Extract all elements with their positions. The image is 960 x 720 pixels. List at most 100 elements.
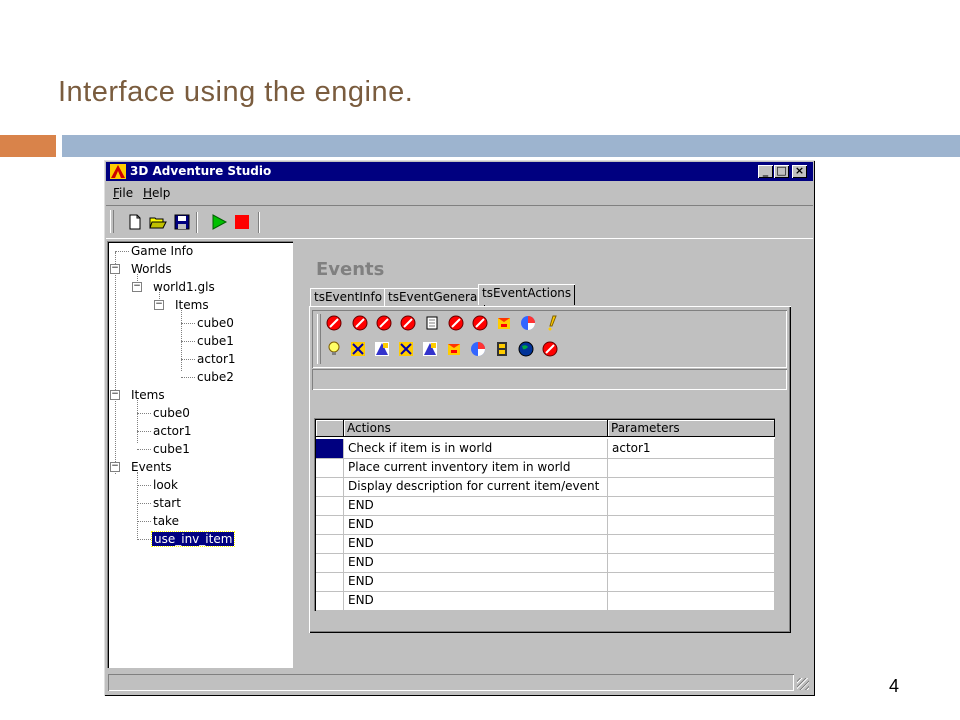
parameter-cell[interactable]	[608, 553, 775, 572]
open-folder-icon[interactable]	[149, 213, 167, 231]
action-tile-icon[interactable]	[422, 341, 438, 357]
tree-node-event-selected[interactable]: use_inv_item	[150, 531, 236, 547]
close-button[interactable]: ×	[792, 165, 807, 178]
maximize-button[interactable]: □	[774, 165, 789, 178]
parameter-cell[interactable]	[608, 496, 775, 515]
film-icon[interactable]	[494, 341, 510, 357]
grid-header-parameters[interactable]: Parameters	[608, 420, 775, 437]
table-row[interactable]: END	[316, 591, 775, 611]
row-indicator[interactable]	[316, 439, 344, 458]
tree-node-world-file[interactable]: world1.gls	[153, 280, 215, 294]
no-entry-icon[interactable]	[326, 315, 342, 331]
row-indicator[interactable]	[316, 572, 344, 591]
tree-node-world-item[interactable]: cube2	[197, 370, 234, 384]
parameter-cell[interactable]	[608, 458, 775, 477]
splitter[interactable]	[295, 241, 299, 668]
tree-node-world-item[interactable]: actor1	[197, 352, 236, 366]
table-row[interactable]: END	[316, 553, 775, 573]
row-indicator[interactable]	[316, 458, 344, 477]
grid-header-actions[interactable]: Actions	[344, 420, 608, 437]
toolbar-grip[interactable]	[317, 314, 321, 364]
minimize-button[interactable]: _	[758, 165, 773, 178]
pie-icon[interactable]	[520, 315, 536, 331]
parameter-cell[interactable]	[608, 572, 775, 591]
tree-connector	[181, 359, 195, 360]
save-icon[interactable]	[173, 213, 191, 231]
table-row[interactable]: Place current inventory item in world	[316, 458, 775, 478]
notepad-icon[interactable]	[424, 315, 440, 331]
tab-event-general[interactable]: tsEventGeneral	[384, 288, 485, 306]
lightbulb-icon[interactable]	[326, 341, 342, 357]
tree-node-game-info[interactable]: Game Info	[131, 244, 193, 258]
row-indicator[interactable]	[316, 496, 344, 515]
stop-icon[interactable]	[233, 213, 251, 231]
new-file-icon[interactable]	[126, 213, 144, 231]
table-row[interactable]: Check if item is in world actor1	[316, 439, 775, 459]
action-cell[interactable]: END	[344, 572, 608, 591]
tree-node-event[interactable]: look	[153, 478, 178, 492]
row-indicator[interactable]	[316, 477, 344, 496]
collapse-icon[interactable]: −	[110, 462, 120, 472]
table-row[interactable]: Display description for current item/eve…	[316, 477, 775, 497]
action-cell[interactable]: END	[344, 515, 608, 534]
no-entry-icon[interactable]	[472, 315, 488, 331]
table-row[interactable]: END	[316, 572, 775, 592]
actions-grid[interactable]: Actions Parameters Check if item is in w…	[314, 418, 775, 611]
cube-icon[interactable]	[496, 315, 512, 331]
pie-icon[interactable]	[470, 341, 486, 357]
tree-node-item[interactable]: cube1	[153, 442, 190, 456]
parameter-cell[interactable]	[608, 591, 775, 610]
no-entry-icon[interactable]	[542, 341, 558, 357]
parameter-cell[interactable]: actor1	[608, 439, 775, 458]
tree-node-item[interactable]: cube0	[153, 406, 190, 420]
row-indicator[interactable]	[316, 553, 344, 572]
table-row[interactable]: END	[316, 496, 775, 516]
table-row[interactable]: END	[316, 515, 775, 535]
title-bar[interactable]: 3D Adventure Studio _ □ ×	[106, 162, 813, 181]
table-row[interactable]: END	[316, 534, 775, 554]
play-icon[interactable]	[210, 213, 228, 231]
action-cell[interactable]: Place current inventory item in world	[344, 458, 608, 477]
tree-view[interactable]: Game Info − Worlds − world1.gls − Items …	[107, 241, 293, 668]
exclamation-icon[interactable]	[544, 315, 560, 331]
collapse-icon[interactable]: −	[110, 390, 120, 400]
action-cell[interactable]: END	[344, 534, 608, 553]
tree-connector	[181, 323, 195, 324]
resize-grip-icon[interactable]	[797, 678, 809, 690]
tab-event-info[interactable]: tsEventInfo	[310, 288, 387, 306]
parameter-cell[interactable]	[608, 534, 775, 553]
tree-connector	[137, 413, 151, 414]
row-indicator[interactable]	[316, 515, 344, 534]
menu-file[interactable]: File	[113, 186, 133, 200]
toolbar-grip[interactable]	[110, 210, 114, 233]
parameter-cell[interactable]	[608, 515, 775, 534]
app-window: 3D Adventure Studio _ □ × File Help Game…	[104, 160, 815, 696]
tree-node-world-item[interactable]: cube0	[197, 316, 234, 330]
action-tile-icon[interactable]	[350, 341, 366, 357]
globe-icon[interactable]	[518, 341, 534, 357]
no-entry-icon[interactable]	[376, 315, 392, 331]
menu-help[interactable]: Help	[143, 186, 170, 200]
tree-node-item[interactable]: actor1	[153, 424, 192, 438]
no-entry-icon[interactable]	[400, 315, 416, 331]
no-entry-icon[interactable]	[448, 315, 464, 331]
action-cell[interactable]: END	[344, 496, 608, 515]
action-cell[interactable]: END	[344, 591, 608, 610]
cube-icon[interactable]	[446, 341, 462, 357]
parameter-cell[interactable]	[608, 477, 775, 496]
row-indicator[interactable]	[316, 534, 344, 553]
collapse-icon[interactable]: −	[132, 282, 142, 292]
action-tile-icon[interactable]	[374, 341, 390, 357]
action-tile-icon[interactable]	[398, 341, 414, 357]
tree-node-event[interactable]: take	[153, 514, 179, 528]
action-cell[interactable]: END	[344, 553, 608, 572]
tree-node-event[interactable]: start	[153, 496, 181, 510]
row-indicator[interactable]	[316, 591, 344, 610]
tree-node-world-item[interactable]: cube1	[197, 334, 234, 348]
no-entry-icon[interactable]	[352, 315, 368, 331]
collapse-icon[interactable]: −	[154, 300, 164, 310]
tab-event-actions[interactable]: tsEventActions	[478, 284, 576, 305]
action-cell[interactable]: Check if item is in world	[344, 439, 608, 458]
action-cell[interactable]: Display description for current item/eve…	[344, 477, 608, 496]
collapse-icon[interactable]: −	[110, 264, 120, 274]
